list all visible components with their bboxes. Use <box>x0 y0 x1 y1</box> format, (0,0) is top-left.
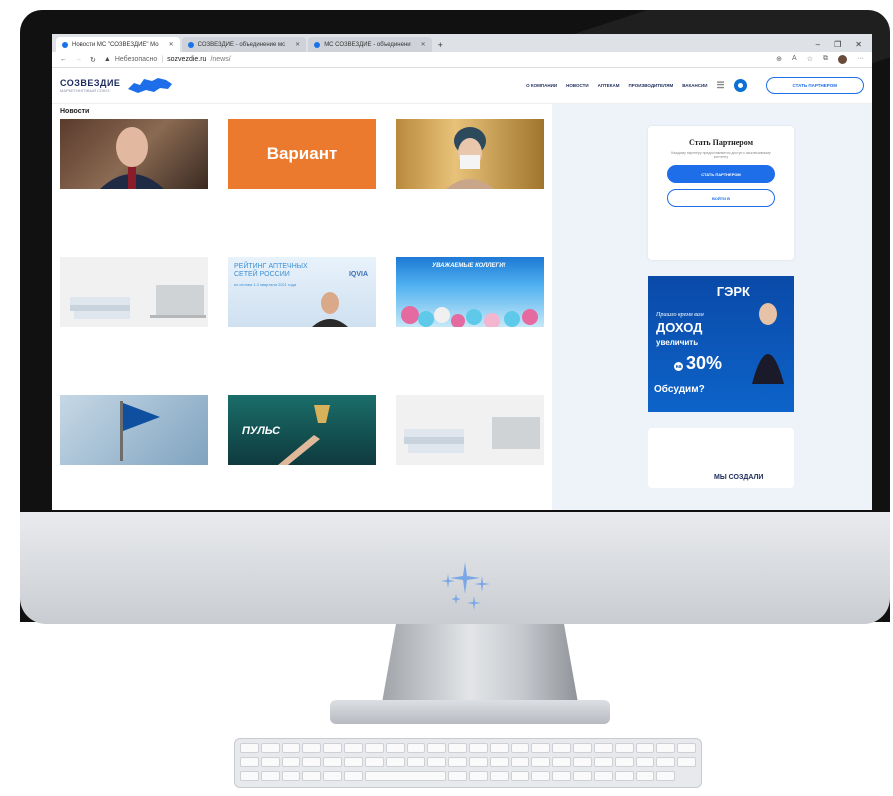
news-card[interactable] <box>60 119 208 239</box>
profile-avatar[interactable] <box>838 55 847 64</box>
monitor-stand-base <box>330 700 610 724</box>
warning-icon: ▲ <box>103 56 111 63</box>
banner-person <box>752 303 784 384</box>
sparkle-logo-icon <box>441 562 490 610</box>
news-photo: РЕЙТИНГ АПТЕЧНЫХ СЕТЕЙ РОССИИ IQVIA по и… <box>228 257 376 327</box>
news-card[interactable]: РЕЙТИНГ АПТЕЧНЫХ СЕТЕЙ РОССИИ IQVIA по и… <box>228 257 376 377</box>
browser-toolbar: ⊕ A ☆ ⧉ ··· <box>776 55 864 64</box>
news-photo <box>60 395 208 465</box>
nav-item-news[interactable]: НОВОСТИ <box>566 83 589 88</box>
news-section: Новости Вариант РЕЙТИНГ АПТЕЧНЫХ СЕТЕЙ Р… <box>52 104 552 510</box>
main-nav: О КОМПАНИИ НОВОСТИ АПТЕКАМ ПРОИЗВОДИТЕЛЯ… <box>526 77 864 94</box>
site-header: СОЗВЕЗДИЕ МАРКЕТИНГОВЫЙ СОЮЗ О КОМПАНИИ … <box>52 68 872 104</box>
browser-tab[interactable]: МС СОЗВЕЗДИЕ - объединени ✕ <box>308 37 432 52</box>
news-photo <box>60 119 208 189</box>
close-window-button[interactable]: ✕ <box>855 40 862 49</box>
close-icon[interactable]: ✕ <box>421 41 426 48</box>
news-photo: ПУЛЬС <box>228 395 376 465</box>
news-card[interactable]: ПУЛЬС <box>228 395 376 510</box>
news-card[interactable] <box>60 395 208 510</box>
news-photo <box>60 257 208 327</box>
become-partner-button[interactable]: СТАТЬ ПАРТНЕРОМ <box>765 77 864 94</box>
sidebar: Стать Партнером Каждому партнеру предост… <box>552 104 872 510</box>
monitor-scene: Новости МС "СОЗВЕЗДИЕ" Мо ✕ СОЗВЕЗДИЕ - … <box>0 0 893 796</box>
reload-icon[interactable]: ↻ <box>90 56 96 64</box>
login-button[interactable]: ВОЙТИ В <box>667 189 775 207</box>
keyboard <box>234 738 702 788</box>
browser-tab[interactable]: Новости МС "СОЗВЕЗДИЕ" Мо ✕ <box>56 37 180 52</box>
become-partner-sidebar-button[interactable]: СТАТЬ ПАРТНЕРОМ <box>667 165 775 183</box>
favicon-icon <box>187 41 194 48</box>
new-tab-button[interactable]: + <box>438 40 443 52</box>
news-photo <box>396 395 544 465</box>
news-card[interactable]: УВАЖАЕМЫЕ КОЛЛЕГИ! <box>396 257 544 377</box>
news-card[interactable]: Вариант <box>228 119 376 239</box>
page-body: Новости Вариант РЕЙТИНГ АПТЕЧНЫХ СЕТЕЙ Р… <box>52 104 872 510</box>
url-field[interactable]: ▲ Небезопасно | sozvezdie.ru/news/ <box>104 56 768 63</box>
news-card[interactable] <box>60 257 208 377</box>
news-card[interactable] <box>396 395 544 510</box>
favicon-icon <box>314 41 321 48</box>
zoom-icon[interactable]: ⊕ <box>776 55 782 64</box>
partner-text: Каждому партнеру предоставляется доступ … <box>671 151 771 159</box>
browser-tab-strip: Новости МС "СОЗВЕЗДИЕ" Мо ✕ СОЗВЕЗДИЕ - … <box>52 34 872 52</box>
back-icon[interactable]: ← <box>60 56 67 63</box>
page-title: Новости <box>60 108 90 115</box>
nav-item-pharmacies[interactable]: АПТЕКАМ <box>598 83 620 88</box>
close-icon[interactable]: ✕ <box>169 41 174 48</box>
browser-tab[interactable]: СОЗВЕЗДИЕ - объединение мс ✕ <box>181 37 307 52</box>
news-photo: Вариант <box>228 119 376 189</box>
news-grid: Вариант РЕЙТИНГ АПТЕЧНЫХ СЕТЕЙ РОССИИ IQ… <box>60 119 544 510</box>
partner-box: Стать Партнером Каждому партнеру предост… <box>648 126 794 260</box>
menu-icon[interactable]: ☰ <box>716 80 724 91</box>
news-photo: УВАЖАЕМЫЕ КОЛЛЕГИ! <box>396 257 544 327</box>
gerk-banner[interactable]: ГЭРК Пришло время вам ДОХОД увеличить на… <box>648 276 794 412</box>
window-controls: – ❐ ✕ <box>816 40 872 52</box>
promo-box[interactable]: МЫ СОЗДАЛИ <box>648 428 794 488</box>
news-card[interactable] <box>396 119 544 239</box>
news-photo <box>396 119 544 189</box>
favorite-star-icon[interactable]: ☆ <box>807 55 813 64</box>
close-icon[interactable]: ✕ <box>295 41 300 48</box>
russia-map-icon <box>128 77 173 93</box>
address-bar: ← → ↻ ▲ Небезопасно | sozvezdie.ru/news/… <box>52 52 872 68</box>
user-icon[interactable] <box>733 79 747 92</box>
nav-item-manufacturers[interactable]: ПРОИЗВОДИТЕЛЯМ <box>629 83 674 88</box>
forward-icon[interactable]: → <box>75 56 82 63</box>
favicon-icon <box>62 41 68 48</box>
read-aloud-icon[interactable]: A <box>792 55 797 64</box>
screen: Новости МС "СОЗВЕЗДИЕ" Мо ✕ СОЗВЕЗДИЕ - … <box>52 34 872 510</box>
collections-icon[interactable]: ⧉ <box>823 55 828 64</box>
minimize-button[interactable]: – <box>816 40 820 49</box>
more-icon[interactable]: ··· <box>857 55 864 64</box>
partner-title: Стать Партнером <box>688 138 754 147</box>
nav-item-vacancies[interactable]: ВАКАНСИИ <box>682 83 707 88</box>
maximize-button[interactable]: ❐ <box>834 40 841 49</box>
nav-item-about[interactable]: О КОМПАНИИ <box>526 83 557 88</box>
site-logo[interactable]: СОЗВЕЗДИЕ МАРКЕТИНГОВЫЙ СОЮЗ <box>60 75 174 97</box>
